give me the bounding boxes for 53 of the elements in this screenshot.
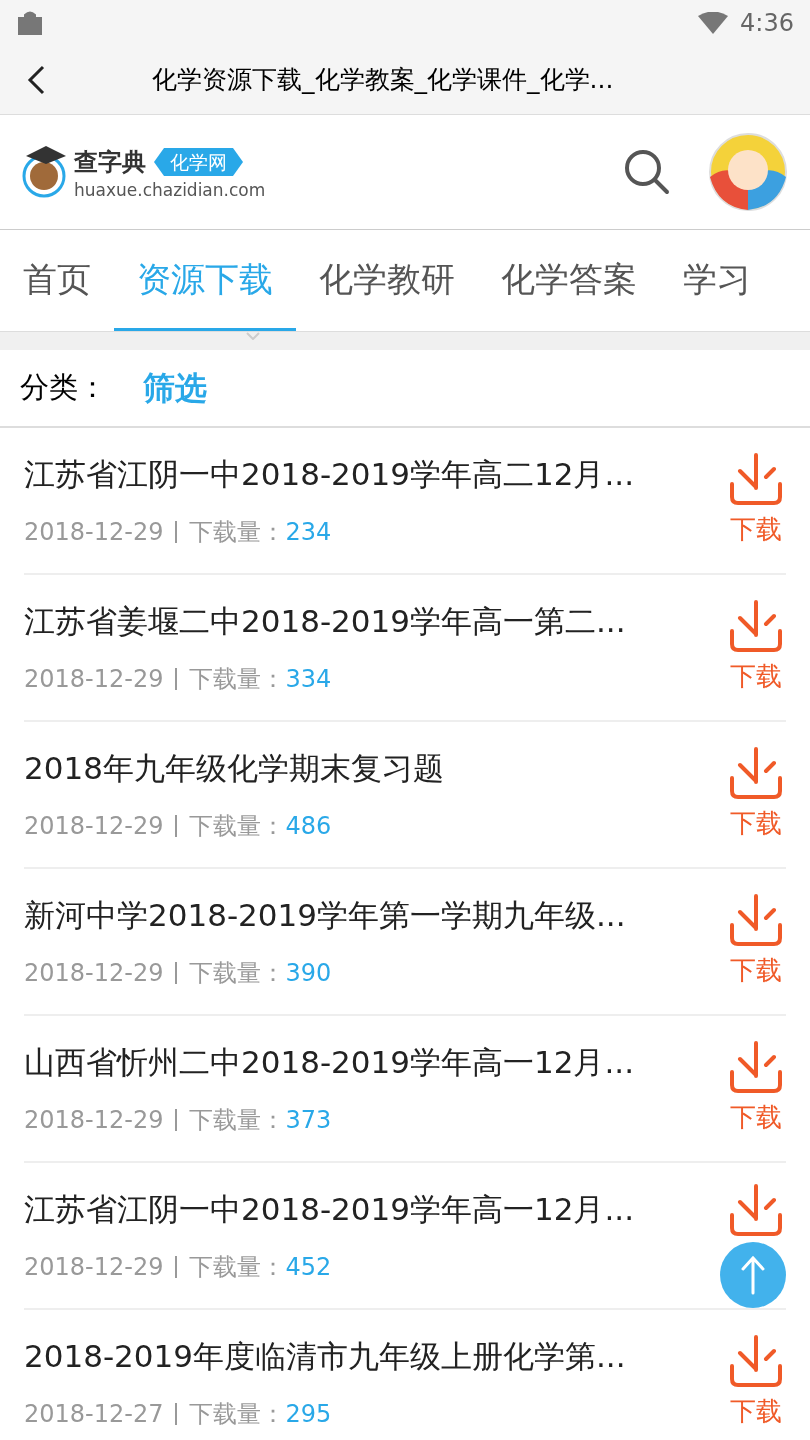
download-count: 390: [285, 957, 332, 989]
avatar[interactable]: [708, 132, 788, 212]
search-button[interactable]: [622, 147, 672, 197]
resource-date: 2018-12-27: [24, 1398, 164, 1430]
resource-title[interactable]: 江苏省姜堰二中2018-2019学年高一第二...: [24, 598, 626, 645]
resource-title[interactable]: 江苏省江阴一中2018-2019学年高一12月...: [24, 1186, 634, 1233]
nav-tab[interactable]: 首页: [0, 230, 114, 331]
download-count: 373: [285, 1104, 332, 1136]
resource-date: 2018-12-29: [24, 663, 164, 695]
resource-title[interactable]: 2018-2019年度临清市九年级上册化学第...: [24, 1333, 626, 1380]
download-count: 486: [285, 810, 332, 842]
download-icon: [729, 452, 783, 506]
download-count-label: 下载量：: [189, 957, 286, 989]
download-count-label: 下载量：: [189, 663, 286, 695]
logo-badge: 化学网: [154, 148, 243, 176]
search-icon: [623, 148, 671, 196]
download-icon: [729, 746, 783, 800]
resource-date: 2018-12-29: [24, 1251, 164, 1283]
nav-tab[interactable]: 化学教研: [296, 230, 478, 331]
download-count-label: 下载量：: [189, 516, 286, 548]
resource-title[interactable]: 新河中学2018-2019学年第一学期九年级...: [24, 892, 626, 939]
resource-date: 2018-12-29: [24, 957, 164, 989]
resource-title[interactable]: 江苏省江阴一中2018-2019学年高二12月...: [24, 451, 634, 498]
download-count-label: 下载量：: [189, 810, 286, 842]
download-count: 295: [285, 1398, 332, 1430]
caret-icon: [246, 332, 260, 340]
resource-date: 2018-12-29: [24, 810, 164, 842]
bag-icon: [16, 10, 44, 36]
resource-title[interactable]: 2018年九年级化学期末复习题: [24, 745, 444, 792]
download-icon: [729, 1334, 783, 1388]
download-icon: [729, 1040, 783, 1094]
back-icon: [27, 65, 45, 95]
resource-title[interactable]: 山西省忻州二中2018-2019学年高一12月...: [24, 1039, 634, 1086]
download-count: 334: [285, 663, 332, 695]
clock: 4:36: [740, 8, 794, 39]
resource-date: 2018-12-29: [24, 516, 164, 548]
download-count-label: 下载量：: [189, 1398, 286, 1430]
page-title: 化学资源下载_化学教案_化学课件_化学...: [152, 64, 614, 97]
download-icon: [729, 599, 783, 653]
download-count-label: 下载量：: [189, 1104, 286, 1136]
download-count: 452: [285, 1251, 332, 1283]
download-count-label: 下载量：: [189, 1251, 286, 1283]
download-icon: [729, 893, 783, 947]
arrow-up-icon: [740, 1255, 766, 1295]
download-icon: [729, 1183, 783, 1237]
logo-domain: huaxue.chazidian.com: [74, 180, 266, 200]
resource-date: 2018-12-29: [24, 1104, 164, 1136]
nav-tab[interactable]: 学习: [660, 230, 774, 331]
download-count: 234: [285, 516, 332, 548]
wifi-icon: [698, 12, 729, 34]
logo-name: 查字典: [74, 147, 146, 178]
nav-tab[interactable]: 化学答案: [478, 230, 660, 331]
category-label: 分类：: [20, 369, 107, 407]
